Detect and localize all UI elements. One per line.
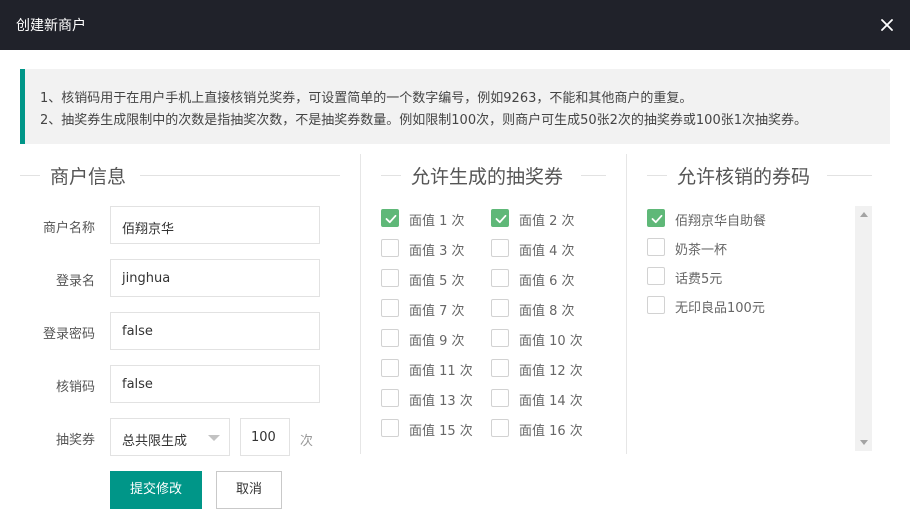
checkbox-label: 面值 4 次 (519, 244, 575, 259)
checkbox-icon[interactable] (381, 389, 399, 407)
checkbox-icon[interactable] (491, 389, 509, 407)
merchant-name-value: 佰翔京华 (122, 222, 175, 237)
login-name-input[interactable]: jinghua (110, 259, 320, 297)
checkbox-label: 面值 7 次 (409, 304, 465, 319)
checkbox-icon[interactable] (381, 239, 399, 257)
checkbox-label: 面值 6 次 (519, 274, 575, 289)
close-icon[interactable] (876, 14, 898, 36)
coupon-checkbox[interactable]: 面值 2 次 (491, 209, 596, 229)
password-input[interactable]: false (110, 312, 320, 350)
login-name-value: jinghua (122, 271, 171, 286)
checkbox-label: 面值 16 次 (519, 424, 583, 439)
password-value: false (122, 324, 153, 339)
checkbox-icon[interactable] (491, 329, 509, 347)
scroll-up-icon[interactable] (860, 212, 868, 217)
redeem-code-input[interactable]: false (110, 365, 320, 403)
coupon-checkbox[interactable]: 面值 3 次 (381, 239, 486, 259)
section-coupons: 允许生成的抽奖券 (381, 162, 606, 190)
checkbox-checked-icon[interactable] (491, 209, 509, 227)
checkbox-label: 无印良品100元 (675, 301, 765, 316)
column-divider (360, 154, 361, 454)
checkbox-label: 面值 9 次 (409, 334, 465, 349)
checkbox-label: 面值 12 次 (519, 364, 583, 379)
checkbox-checked-icon[interactable] (381, 209, 399, 227)
coupon-checkbox[interactable]: 面值 15 次 (381, 419, 486, 439)
limit-count-value: 100 (251, 430, 276, 445)
section-codes: 允许核销的券码 (647, 162, 872, 190)
redeem-code-value: false (122, 377, 153, 392)
coupon-checkbox[interactable]: 面值 8 次 (491, 299, 596, 319)
notice-box: 1、核销码用于在用户手机上直接核销兑奖券，可设置简单的一个数字编号，例如9263… (20, 69, 890, 144)
section-merchant-info: 商户信息 (20, 162, 340, 190)
checkbox-label: 面值 2 次 (519, 214, 575, 229)
checkbox-label: 话费5元 (675, 272, 723, 287)
checkbox-label: 面值 8 次 (519, 304, 575, 319)
checkbox-label: 面值 5 次 (409, 274, 465, 289)
login-name-label: 登录名 (55, 274, 95, 289)
password-label: 登录密码 (42, 327, 95, 342)
limit-unit-label: 次 (300, 434, 314, 449)
coupon-checkbox[interactable]: 面值 16 次 (491, 419, 596, 439)
checkbox-icon[interactable] (491, 269, 509, 287)
coupon-checkbox[interactable]: 面值 9 次 (381, 329, 486, 349)
coupon-checkbox[interactable]: 面值 4 次 (491, 239, 596, 259)
redeem-code-label: 核销码 (55, 380, 95, 395)
scroll-down-icon[interactable] (860, 440, 868, 445)
coupon-checkbox[interactable]: 面值 13 次 (381, 389, 486, 409)
checkbox-icon[interactable] (491, 239, 509, 257)
checkbox-label: 奶茶一杯 (675, 243, 728, 258)
checkbox-icon[interactable] (491, 419, 509, 437)
code-checkbox[interactable]: 奶茶一杯 (647, 238, 847, 258)
code-checkbox-list: 佰翔京华自助餐 奶茶一杯话费5元无印良品100元 (646, 206, 872, 451)
coupon-limit-label: 抽奖券 (55, 433, 95, 448)
scrollbar[interactable] (855, 206, 872, 451)
checkbox-label: 面值 15 次 (409, 424, 473, 439)
checkbox-icon[interactable] (381, 329, 399, 347)
coupon-checkbox[interactable]: 面值 12 次 (491, 359, 596, 379)
coupon-checkbox[interactable]: 面值 6 次 (491, 269, 596, 289)
checkbox-label: 面值 13 次 (409, 394, 473, 409)
checkbox-icon[interactable] (381, 269, 399, 287)
coupon-checkbox[interactable]: 面值 1 次 (381, 209, 486, 229)
checkbox-label: 面值 11 次 (409, 364, 473, 379)
section-codes-title: 允许核销的券码 (677, 166, 811, 188)
section-coupons-title: 允许生成的抽奖券 (411, 166, 564, 188)
submit-button[interactable]: 提交修改 (110, 471, 202, 509)
notice-line-2: 2、抽奖券生成限制中的次数是指抽奖次数，不是抽奖券数量。例如限制100次，则商户… (40, 113, 807, 128)
merchant-name-input[interactable]: 佰翔京华 (110, 206, 320, 244)
checkbox-icon[interactable] (381, 419, 399, 437)
coupon-checkbox[interactable]: 面值 7 次 (381, 299, 486, 319)
cancel-button[interactable]: 取消 (216, 471, 282, 509)
checkbox-icon[interactable] (491, 359, 509, 377)
limit-mode-value: 总共限生成 (122, 434, 188, 449)
checkbox-label: 面值 3 次 (409, 244, 465, 259)
chevron-down-icon (208, 435, 220, 441)
checkbox-icon[interactable] (381, 299, 399, 317)
checkbox-icon[interactable] (491, 299, 509, 317)
checkbox-label: 佰翔京华自助餐 (675, 214, 767, 229)
coupon-checkbox[interactable]: 面值 5 次 (381, 269, 486, 289)
coupon-checkbox[interactable]: 面值 10 次 (491, 329, 596, 349)
checkbox-icon[interactable] (647, 267, 665, 285)
checkbox-label: 面值 10 次 (519, 334, 583, 349)
code-checkbox[interactable]: 话费5元 (647, 267, 847, 287)
limit-mode-select[interactable]: 总共限生成 (110, 418, 230, 456)
coupon-checkbox[interactable]: 面值 14 次 (491, 389, 596, 409)
code-checkbox[interactable]: 无印良品100元 (647, 296, 847, 316)
checkbox-icon[interactable] (381, 359, 399, 377)
checkbox-label: 面值 14 次 (519, 394, 583, 409)
dialog-titlebar: 创建新商户 (0, 0, 910, 50)
merchant-name-label: 商户名称 (42, 221, 95, 236)
notice-line-1: 1、核销码用于在用户手机上直接核销兑奖券，可设置简单的一个数字编号，例如9263… (40, 91, 693, 106)
coupon-checkbox[interactable]: 面值 11 次 (381, 359, 486, 379)
section-merchant-title: 商户信息 (50, 166, 127, 188)
checkbox-icon[interactable] (647, 296, 665, 314)
checkbox-checked-icon[interactable] (647, 209, 665, 227)
dialog-title: 创建新商户 (16, 18, 86, 34)
limit-count-input[interactable]: 100 (240, 418, 290, 456)
checkbox-icon[interactable] (647, 238, 665, 256)
code-checkbox[interactable]: 佰翔京华自助餐 (647, 209, 847, 229)
column-divider (626, 154, 627, 454)
checkbox-label: 面值 1 次 (409, 214, 465, 229)
